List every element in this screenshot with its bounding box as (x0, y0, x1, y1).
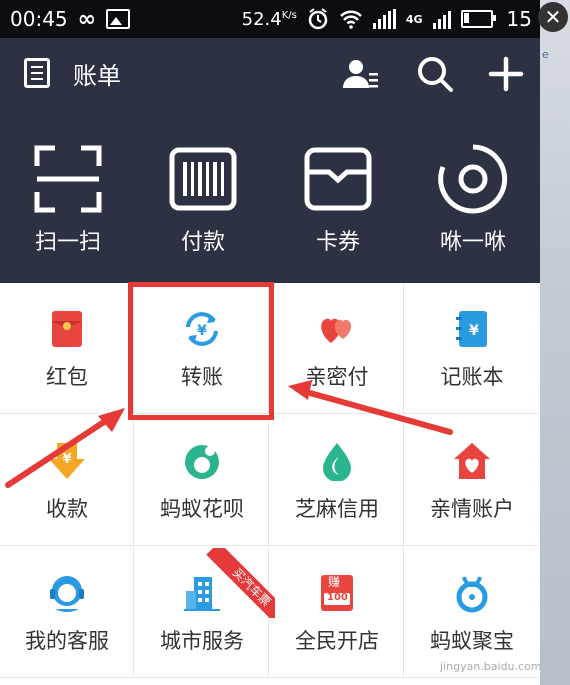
background-strip: e (540, 0, 570, 685)
status-time: 00:45 (10, 7, 68, 31)
background-mark: e (542, 48, 549, 61)
grid-label: 我的客服 (25, 629, 109, 653)
network-speed-unit: K/s (281, 9, 297, 21)
ripple-icon[interactable] (438, 144, 508, 214)
card-wallet-icon[interactable] (303, 144, 373, 214)
status-bar: 00:45 ∞ 52.4K/s 4G 15 (0, 0, 540, 38)
close-icon[interactable]: ✕ (538, 2, 568, 32)
bill-icon[interactable] (24, 58, 50, 88)
bill-title[interactable]: 账单 (73, 56, 121, 91)
shop-badge-bottom: 100 (327, 592, 348, 603)
barcode-icon[interactable] (168, 144, 238, 214)
grid-item-jubao[interactable]: 蚂蚁聚宝 (405, 547, 539, 678)
network-speed-value: 52.4 (241, 8, 282, 30)
top-bar: 账单 (0, 38, 540, 110)
contacts-icon[interactable] (340, 54, 380, 94)
quick-label-pay[interactable]: 付款 (143, 224, 263, 256)
infinity-icon: ∞ (77, 6, 96, 32)
grid-label: 亲情账户 (430, 497, 514, 521)
network-speed: 52.4K/s (242, 9, 297, 30)
shop-badge-top: 赚 (328, 575, 341, 589)
grid-item-sesame[interactable]: 芝麻信用 (270, 415, 404, 546)
grid-item-receive[interactable]: ¥ 收款 (0, 415, 134, 546)
grid-label: 芝麻信用 (295, 497, 379, 521)
status-right: 52.4K/s 4G 15 (242, 0, 532, 38)
watermark: jingyan.baidu.com (440, 660, 540, 673)
highlight-box (128, 282, 274, 420)
grid-item-red-envelope[interactable]: 红包 (0, 283, 134, 414)
grid-label: 蚂蚁聚宝 (430, 629, 514, 653)
quick-label-scan[interactable]: 扫一扫 (8, 224, 128, 256)
signal-2-icon (432, 9, 451, 29)
sesame-credit-icon (323, 443, 351, 481)
network-type: 4G (405, 12, 423, 26)
grid-item-family[interactable]: 亲情账户 (405, 415, 539, 546)
grid-label: 全民开店 (295, 629, 379, 653)
scan-icon[interactable] (33, 144, 103, 214)
grid-label: 亲密付 (305, 365, 369, 389)
header-panel: 账单 扫一扫 付款 卡券 咻一咻 (0, 38, 540, 283)
svg-text:¥: ¥ (62, 452, 71, 467)
grid-label: 城市服务 (160, 629, 244, 653)
quick-label-xiu[interactable]: 咻一咻 (413, 224, 533, 256)
receive-money-icon: ¥ (49, 443, 85, 479)
grid-item-ledger[interactable]: ¥ 记账本 (405, 283, 539, 414)
grid-item-huabei[interactable]: 蚂蚁花呗 (135, 415, 269, 546)
signal-icon (372, 9, 396, 29)
grid-item-intimate-pay[interactable]: 亲密付 (270, 283, 404, 414)
search-icon[interactable] (415, 54, 455, 94)
alarm-icon (308, 8, 328, 30)
grid-item-customer-service[interactable]: 我的客服 (0, 547, 134, 678)
customer-service-icon (50, 576, 84, 612)
ribbon-text: 买汽车票 (206, 548, 275, 618)
battery-level: 15 (506, 7, 532, 31)
grid-label: 红包 (46, 365, 88, 389)
svg-text:¥: ¥ (469, 323, 479, 339)
quick-label-cards[interactable]: 卡券 (278, 224, 398, 256)
plus-icon[interactable] (486, 54, 526, 94)
red-envelope-icon (52, 311, 82, 347)
wifi-icon (339, 10, 362, 29)
jubao-icon (456, 576, 488, 613)
family-account-icon (454, 443, 490, 479)
hearts-icon (321, 318, 352, 343)
grid-item-open-shop[interactable]: 全民开店 赚 100 (270, 547, 404, 678)
battery-icon (460, 10, 496, 28)
grid-label: 收款 (46, 497, 88, 521)
grid-label: 记账本 (440, 365, 504, 389)
grid-label: 蚂蚁花呗 (160, 497, 244, 521)
huabei-icon (185, 445, 219, 479)
ledger-icon: ¥ (456, 311, 487, 347)
ribbon-badge: 买汽车票 (205, 548, 275, 618)
gallery-icon (105, 9, 130, 29)
